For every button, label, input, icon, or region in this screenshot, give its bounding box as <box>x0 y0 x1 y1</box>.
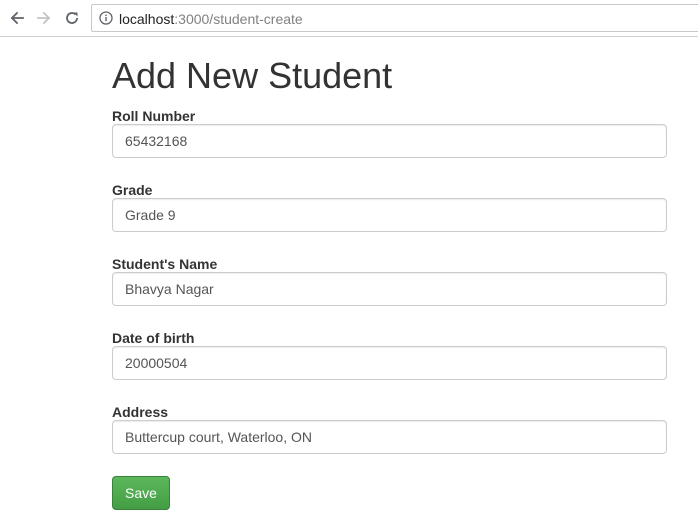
student-name-field: Student's Name <box>112 256 667 306</box>
url-path: :3000/student-create <box>174 11 303 27</box>
date-of-birth-input[interactable] <box>112 346 667 380</box>
back-button[interactable] <box>7 8 27 28</box>
info-icon[interactable] <box>99 11 113 25</box>
roll-number-input[interactable] <box>112 124 667 158</box>
date-of-birth-field: Date of birth <box>112 330 667 380</box>
grade-input[interactable] <box>112 198 667 232</box>
student-name-label: Student's Name <box>112 256 218 272</box>
roll-number-label: Roll Number <box>112 108 196 124</box>
address-input[interactable] <box>112 420 667 454</box>
url-host: localhost <box>119 11 175 27</box>
save-button[interactable]: Save <box>112 476 170 510</box>
url-text[interactable]: localhost:3000/student-create <box>119 11 303 27</box>
arrow-left-icon <box>10 11 24 25</box>
address-bar[interactable]: localhost:3000/student-create <box>91 4 698 32</box>
address-field: Address <box>112 404 667 454</box>
grade-label: Grade <box>112 182 153 198</box>
date-of-birth-label: Date of birth <box>112 330 195 346</box>
grade-field: Grade <box>112 182 667 232</box>
reload-button[interactable] <box>62 8 82 28</box>
reload-icon <box>66 12 78 24</box>
page-title: Add New Student <box>112 55 393 96</box>
address-label: Address <box>112 404 169 420</box>
roll-number-field: Roll Number <box>112 108 667 158</box>
forward-button[interactable] <box>34 8 54 28</box>
browser-toolbar: localhost:3000/student-create <box>0 0 698 37</box>
arrow-right-icon <box>37 11 51 25</box>
student-name-input[interactable] <box>112 272 667 306</box>
